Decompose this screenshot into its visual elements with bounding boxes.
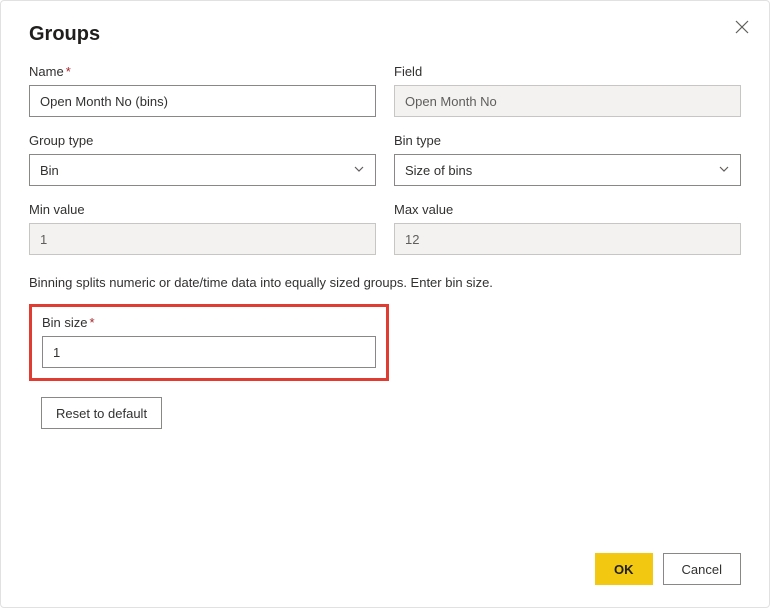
binning-hint: Binning splits numeric or date/time data…	[29, 275, 741, 290]
max-value-label: Max value	[394, 202, 741, 217]
min-value: 1	[29, 223, 376, 255]
dialog-footer: OK Cancel	[595, 553, 741, 585]
form-area: Name* Field Open Month No Group type Bin…	[1, 54, 769, 429]
name-input[interactable]	[29, 85, 376, 117]
bin-type-label: Bin type	[394, 133, 741, 148]
group-type-value: Bin	[40, 163, 59, 178]
dialog-header: Groups	[1, 1, 769, 54]
name-label: Name*	[29, 64, 376, 79]
bin-size-label: Bin size*	[42, 315, 376, 330]
chevron-down-icon	[718, 163, 730, 178]
close-icon	[735, 20, 749, 37]
required-indicator: *	[90, 315, 95, 330]
bin-size-highlight: Bin size*	[29, 304, 389, 381]
bin-type-select[interactable]: Size of bins	[394, 154, 741, 186]
ok-button[interactable]: OK	[595, 553, 653, 585]
dialog-title: Groups	[29, 23, 741, 46]
group-type-label: Group type	[29, 133, 376, 148]
chevron-down-icon	[353, 163, 365, 178]
required-indicator: *	[66, 64, 71, 79]
reset-to-default-button[interactable]: Reset to default	[41, 397, 162, 429]
field-label: Field	[394, 64, 741, 79]
close-button[interactable]	[733, 19, 751, 37]
min-value-label: Min value	[29, 202, 376, 217]
bin-size-input[interactable]	[42, 336, 376, 368]
max-value: 12	[394, 223, 741, 255]
cancel-button[interactable]: Cancel	[663, 553, 741, 585]
bin-type-value: Size of bins	[405, 163, 472, 178]
field-value: Open Month No	[394, 85, 741, 117]
group-type-select[interactable]: Bin	[29, 154, 376, 186]
